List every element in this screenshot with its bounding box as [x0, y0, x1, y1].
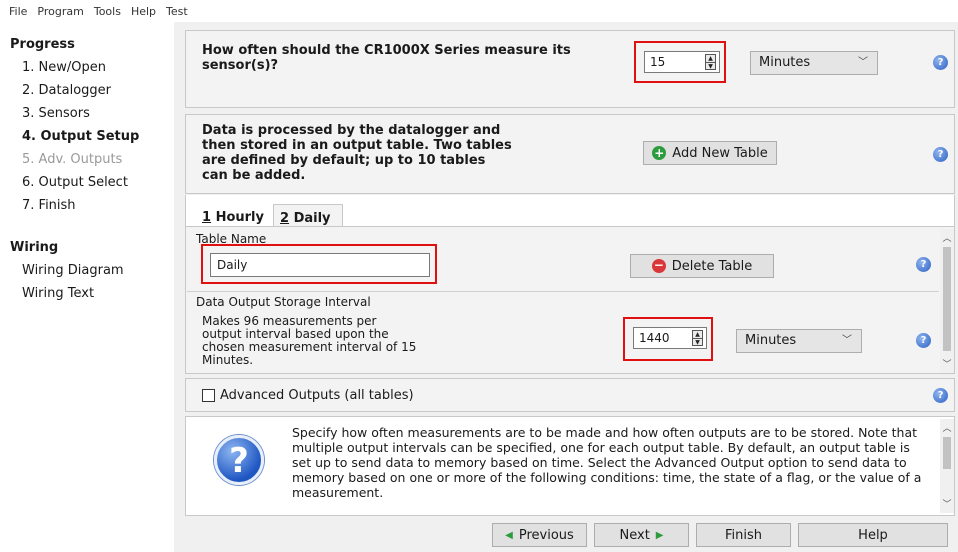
menu-file[interactable]: File [4, 5, 32, 18]
interval-label: Data Output Storage Interval [196, 295, 371, 309]
scroll-up-icon[interactable]: ︿ [940, 231, 954, 244]
tables-info-text: Data is processed by the datalogger and … [202, 123, 512, 183]
highlight-box [201, 244, 437, 284]
right-arrow-icon: ▶ [655, 529, 664, 541]
sidebar-item-new-open[interactable]: 1. New/Open [0, 56, 174, 79]
menu-test[interactable]: Test [161, 5, 193, 18]
finish-button[interactable]: Finish [696, 523, 791, 547]
measure-question: How often should the CR1000X Series meas… [202, 43, 571, 73]
chevron-down-icon: ﹀ [858, 57, 868, 68]
sidebar-item-wiring-diagram[interactable]: Wiring Diagram [0, 259, 174, 282]
highlight-box [634, 41, 726, 83]
progress-heading: Progress [10, 37, 75, 52]
wiring-heading: Wiring [10, 240, 59, 255]
sidebar-item-output-setup[interactable]: 4. Output Setup [0, 125, 174, 148]
scroll-up-icon[interactable]: ︿ [940, 421, 954, 434]
scroll-down-icon[interactable]: ﹀ [940, 357, 954, 370]
sidebar-item-datalogger[interactable]: 2. Datalogger [0, 79, 174, 102]
menu-help[interactable]: Help [126, 5, 161, 18]
help-icon[interactable]: ? [933, 55, 948, 70]
main-panel: How often should the CR1000X Series meas… [175, 22, 958, 552]
scroll-thumb[interactable] [943, 247, 951, 351]
interval-description: Makes 96 measurements per output interva… [202, 314, 417, 367]
tab-content: Table Name Daily − Delete Table ? Data O… [185, 226, 955, 374]
advanced-outputs-panel: Advanced Outputs (all tables) ? [185, 378, 955, 412]
previous-label: Previous [518, 527, 574, 543]
advanced-outputs-label[interactable]: Advanced Outputs (all tables) [220, 388, 414, 403]
sidebar: Progress 1. New/Open 2. Datalogger 3. Se… [0, 22, 174, 552]
scroll-down-icon[interactable]: ﹀ [940, 497, 954, 510]
scroll-thumb[interactable] [943, 437, 951, 469]
help-icon[interactable]: ? [933, 388, 948, 403]
output-unit-value: Minutes [745, 333, 797, 348]
sidebar-item-sensors[interactable]: 3. Sensors [0, 102, 174, 125]
menu-tools[interactable]: Tools [89, 5, 126, 18]
measure-panel: How often should the CR1000X Series meas… [185, 30, 955, 108]
advanced-outputs-checkbox[interactable] [202, 389, 215, 402]
measure-unit-select[interactable]: Minutes ﹀ [750, 51, 878, 75]
delete-icon: − [651, 258, 666, 273]
add-icon: + [652, 146, 667, 160]
help-info-panel: ? Specify how often measurements are to … [185, 416, 955, 516]
tab-content-scrollbar[interactable]: ︿ ﹀ [940, 229, 954, 373]
help-button[interactable]: Help [798, 523, 948, 547]
sidebar-item-adv-outputs: 5. Adv. Outputs [22, 152, 123, 167]
help-scrollbar[interactable]: ︿ ﹀ [940, 419, 954, 513]
add-new-table-button[interactable]: + Add New Table [643, 141, 777, 165]
chevron-down-icon: ﹀ [842, 335, 852, 346]
delete-table-button[interactable]: − Delete Table [630, 254, 774, 278]
next-button[interactable]: Next ▶ [594, 523, 689, 547]
tab-daily[interactable]: 2 Daily [273, 204, 343, 228]
question-mark-icon: ? [214, 435, 264, 485]
menu-bar: File Program Tools Help Test [0, 0, 958, 22]
sidebar-item-output-select[interactable]: 6. Output Select [0, 171, 174, 194]
left-arrow-icon: ◀ [505, 529, 513, 541]
help-icon[interactable]: ? [916, 257, 931, 272]
sidebar-item-wiring-text[interactable]: Wiring Text [0, 282, 174, 305]
sidebar-item-finish[interactable]: 7. Finish [0, 194, 174, 217]
delete-table-label: Delete Table [671, 258, 753, 274]
tables-info-panel: Data is processed by the datalogger and … [185, 114, 955, 194]
add-new-table-label: Add New Table [672, 145, 768, 161]
menu-program[interactable]: Program [32, 5, 88, 18]
next-label: Next [619, 527, 650, 543]
highlight-box [623, 317, 713, 361]
help-description: Specify how often measurements are to be… [292, 425, 922, 500]
measure-unit-value: Minutes [759, 55, 811, 70]
help-icon[interactable]: ? [916, 333, 931, 348]
tab-hourly[interactable]: 1 Hourly [202, 210, 264, 225]
output-unit-select[interactable]: Minutes ﹀ [736, 329, 862, 353]
previous-button[interactable]: ◀ Previous [492, 523, 587, 547]
help-icon[interactable]: ? [933, 147, 948, 162]
